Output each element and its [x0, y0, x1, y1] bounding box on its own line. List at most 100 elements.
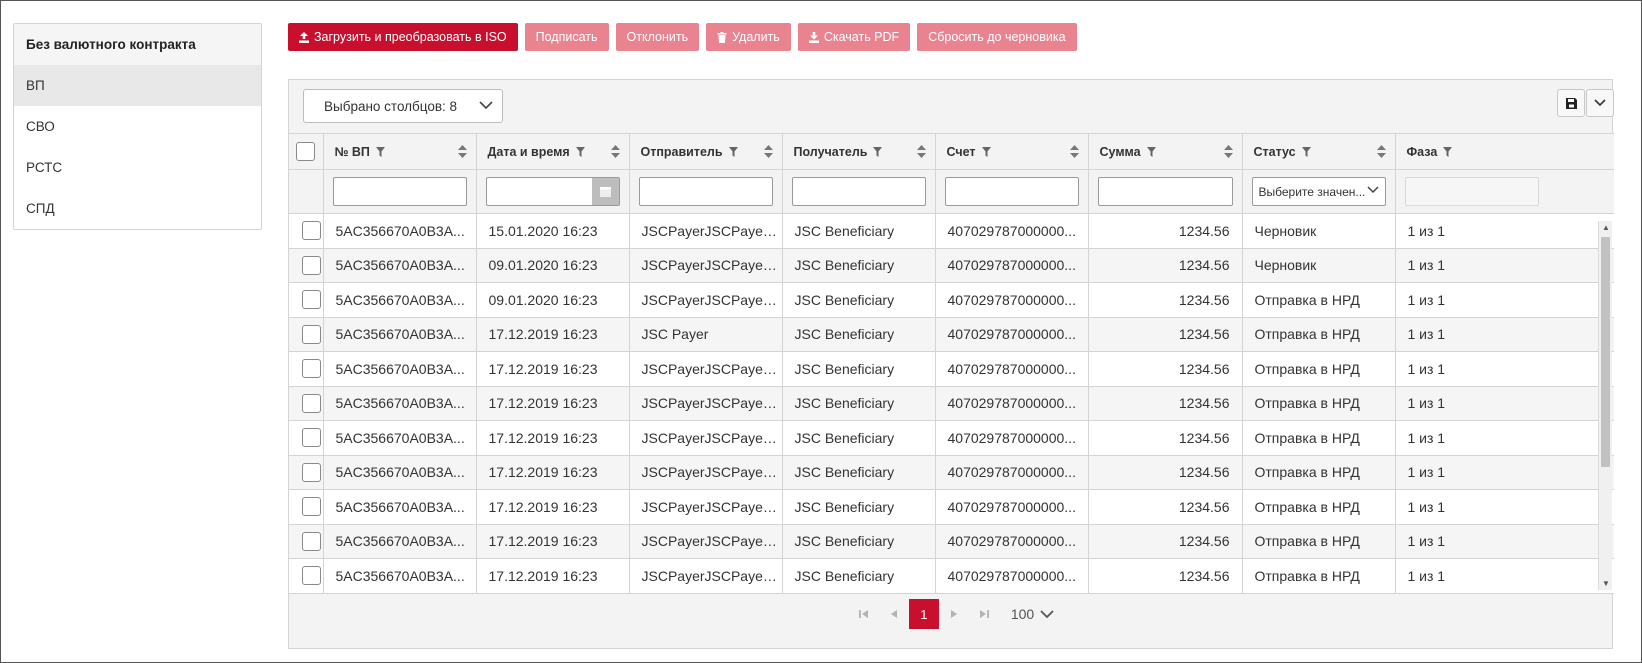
cell-account: 407029787000000...: [935, 489, 1089, 525]
amount-filter-input[interactable]: [1097, 177, 1233, 206]
upload-convert-button[interactable]: Загрузить и преобразовать в ISO: [288, 23, 518, 51]
filter-icon[interactable]: [1301, 146, 1311, 157]
filter-icon[interactable]: [1443, 146, 1453, 157]
filter-icon[interactable]: [981, 146, 991, 157]
column-header-datetime[interactable]: Дата и время: [476, 133, 630, 170]
row-checkbox[interactable]: [302, 531, 322, 551]
table-row[interactable]: 5AC356670A0B3A... 17.12.2019 16:23 JSCPaye…: [289, 420, 1614, 456]
sort-icon[interactable]: [916, 145, 926, 158]
table-row[interactable]: 5AC356670A0B3A... 17.12.2019 16:23 JSCPaye…: [289, 489, 1614, 525]
column-header-number[interactable]: № ВП: [323, 133, 477, 170]
nav-item-svo[interactable]: СВО: [14, 106, 261, 147]
cell-datetime: 15.01.2020 16:23: [476, 213, 630, 249]
column-header-amount[interactable]: Сумма: [1088, 133, 1243, 170]
row-checkbox[interactable]: [302, 497, 322, 517]
last-page-button[interactable]: [969, 599, 999, 629]
cell-number: 5AC356670A0B3A...: [323, 213, 477, 249]
grid-menu-button[interactable]: [1586, 89, 1614, 117]
filter-icon[interactable]: [375, 146, 385, 157]
row-checkbox[interactable]: [302, 221, 322, 241]
table-row[interactable]: 5AC356670A0B3A... 17.12.2019 16:23 JSCPaye…: [289, 386, 1614, 421]
cell-recipient: JSC Beneficiary: [782, 489, 936, 525]
filter-icon[interactable]: [873, 146, 883, 157]
nav-item-spd[interactable]: СПД: [14, 188, 261, 229]
status-filter-select[interactable]: Выберите значен...: [1251, 177, 1386, 206]
cell-account: 407029787000000...: [935, 317, 1089, 352]
cell-datetime: 09.01.2020 16:23: [476, 248, 630, 283]
column-header-recipient[interactable]: Получатель: [782, 133, 936, 170]
row-checkbox[interactable]: [302, 462, 322, 482]
select-all-checkbox[interactable]: [296, 142, 316, 161]
date-filter-input[interactable]: [485, 177, 620, 206]
row-checkbox[interactable]: [302, 566, 322, 586]
filter-cell: [782, 169, 936, 214]
scroll-down-icon[interactable]: ▼: [1602, 579, 1610, 588]
sort-icon[interactable]: [457, 145, 467, 158]
row-checkbox[interactable]: [302, 393, 322, 413]
delete-button[interactable]: Удалить: [706, 23, 791, 51]
first-page-button[interactable]: [849, 599, 879, 629]
filter-icon[interactable]: [575, 146, 585, 157]
nav-item-vp[interactable]: ВП: [14, 65, 261, 106]
column-title: Дата и время: [487, 144, 570, 159]
current-page-button[interactable]: 1: [908, 599, 939, 629]
page-size-select[interactable]: 100: [1011, 606, 1054, 622]
cell-number: 5AC356670A0B3A...: [323, 455, 477, 490]
filter-icon[interactable]: [728, 146, 738, 157]
cell-number: 5AC356670A0B3A...: [323, 420, 477, 456]
nav-item-rsts[interactable]: РСТС: [14, 147, 261, 188]
column-header-status[interactable]: Статус: [1242, 133, 1396, 170]
prev-page-button[interactable]: [879, 599, 909, 629]
vertical-scrollbar[interactable]: ▲ ▼: [1598, 221, 1612, 590]
columns-selector[interactable]: Выбрано столбцов: 8: [303, 89, 503, 123]
calendar-button[interactable]: [591, 178, 619, 205]
column-header-phase[interactable]: Фаза: [1395, 133, 1614, 170]
row-select-cell: [289, 386, 324, 421]
sort-icon[interactable]: [610, 145, 620, 158]
download-pdf-button[interactable]: Скачать PDF: [797, 23, 911, 51]
sort-icon[interactable]: [1376, 145, 1386, 158]
cell-number: 5AC356670A0B3A...: [323, 386, 477, 421]
table-row[interactable]: 5AC356670A0B3A... 17.12.2019 16:23 JSC Pay…: [289, 317, 1614, 352]
row-select-cell: [289, 420, 324, 456]
account-filter-input[interactable]: [944, 177, 1079, 206]
table-row[interactable]: 5AC356670A0B3A... 17.12.2019 16:23 JSCPaye…: [289, 455, 1614, 490]
row-checkbox[interactable]: [302, 255, 322, 275]
table-row[interactable]: 5AC356670A0B3A... 09.01.2020 16:23 JSCPaye…: [289, 282, 1614, 318]
number-filter-input[interactable]: [332, 177, 467, 206]
table-row[interactable]: 5AC356670A0B3A... 15.01.2020 16:23 JSCPaye…: [289, 213, 1614, 249]
row-checkbox[interactable]: [302, 290, 322, 310]
row-checkbox[interactable]: [302, 324, 322, 344]
cell-recipient: JSC Beneficiary: [782, 455, 936, 490]
filter-icon[interactable]: [1146, 146, 1156, 157]
row-checkbox[interactable]: [302, 359, 322, 379]
scroll-up-icon[interactable]: ▲: [1602, 223, 1610, 232]
table-row[interactable]: 5AC356670A0B3A... 09.01.2020 16:23 JSCPaye…: [289, 248, 1614, 283]
reject-button[interactable]: Отклонить: [615, 23, 700, 51]
column-header-account[interactable]: Счет: [935, 133, 1089, 170]
row-checkbox[interactable]: [302, 428, 322, 448]
filter-cell: [1088, 169, 1243, 214]
row-select-cell: [289, 524, 324, 559]
recipient-filter-input[interactable]: [791, 177, 926, 206]
first-page-icon: [858, 610, 868, 618]
scrollbar-thumb[interactable]: [1601, 237, 1610, 467]
sort-icon[interactable]: [1069, 145, 1079, 158]
table-row[interactable]: 5AC356670A0B3A... 17.12.2019 16:23 JSCPaye…: [289, 524, 1614, 559]
sign-button[interactable]: Подписать: [524, 23, 609, 51]
sort-icon[interactable]: [763, 145, 773, 158]
table-row[interactable]: 5AC356670A0B3A... 17.12.2019 16:23 JSCPaye…: [289, 351, 1614, 387]
payments-grid: Выбрано столбцов: 8 № ВП Дата и время От…: [288, 79, 1614, 649]
save-view-button[interactable]: [1557, 89, 1585, 117]
download-pdf-label: Скачать PDF: [823, 30, 900, 44]
cell-status: Отправка в НРД: [1242, 489, 1396, 525]
cell-number: 5AC356670A0B3A...: [323, 282, 477, 318]
table-row[interactable]: 5AC356670A0B3A... 17.12.2019 16:23 JSCPaye…: [289, 558, 1614, 594]
reset-to-draft-button[interactable]: Сбросить до черновика: [917, 23, 1077, 51]
column-header-sender[interactable]: Отправитель: [629, 133, 783, 170]
sender-filter-input[interactable]: [638, 177, 773, 206]
next-page-button[interactable]: [939, 599, 969, 629]
sort-icon[interactable]: [1223, 145, 1233, 158]
filter-cell: [629, 169, 783, 214]
cell-amount: 1234.56: [1088, 420, 1243, 456]
